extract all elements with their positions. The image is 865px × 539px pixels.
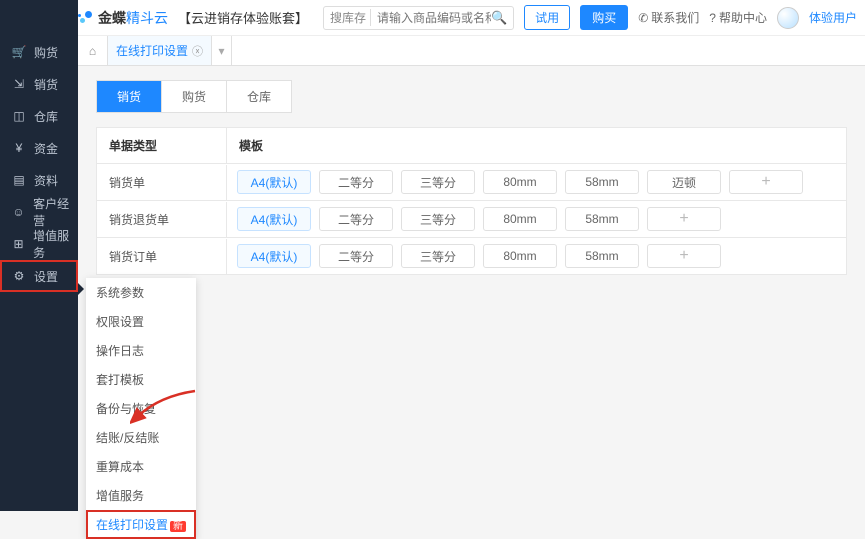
tab-home[interactable]: ⌂ [78,36,108,65]
row-options: A4(默认) 二等分三等分 80mm 58mm 迈顿 + [227,164,846,200]
sidebar-item-vas[interactable]: ⊞增值服务 [0,228,78,260]
col-header-type: 单据类型 [97,128,227,163]
sidebar-item-crm[interactable]: ☺客户经营 [0,196,78,228]
logo-icon [78,10,94,26]
user-name[interactable]: 体验用户 [809,9,857,26]
sidebar-item-purchase[interactable]: 🛒购货 [0,36,78,68]
template-option[interactable]: A4(默认) [237,244,311,268]
doc-icon: ▤ [12,173,26,187]
section-tab-warehouse[interactable]: 仓库 [227,81,291,112]
row-type: 销货退货单 [97,202,227,237]
sale-icon: ⇲ [12,77,26,91]
submenu-perm[interactable]: 权限设置 [86,307,196,336]
buy-button[interactable]: 购买 [580,5,628,30]
template-option[interactable]: 二等分 [319,244,393,268]
row-type: 销货订单 [97,239,227,274]
sidebar-item-sale[interactable]: ⇲销货 [0,68,78,100]
template-option[interactable]: 80mm [483,170,557,194]
submenu-printtpl[interactable]: 套打模板 [86,365,196,394]
old-templates-link[interactable]: 查看旧版模板 → [96,287,847,304]
help-icon: ? [709,11,716,25]
add-template-button[interactable]: + [647,244,721,268]
help-link[interactable]: ?帮助中心 [709,9,767,26]
submenu-sysparam[interactable]: 系统参数 [86,278,196,307]
section-tabs: 销货 购货 仓库 [96,80,292,113]
phone-icon: ✆ [638,11,648,25]
table-row: 销货退货单 A4(默认) 二等分三等分 80mm 58mm + [97,201,846,238]
close-icon[interactable]: ⓧ [192,43,203,59]
warehouse-icon: ◫ [12,109,26,123]
template-option[interactable]: 三等分 [401,244,475,268]
avatar[interactable] [777,7,799,29]
trial-button[interactable]: 试用 [524,5,570,30]
cart-icon: 🛒 [12,45,26,59]
sidebar-item-warehouse[interactable]: ◫仓库 [0,100,78,132]
col-header-template: 模板 [227,128,846,163]
sidebar: 🛒购货 ⇲销货 ◫仓库 ¥资金 ▤资料 ☺客户经营 ⊞增值服务 ⚙设置 [0,0,78,511]
table-row: 销货订单 A4(默认) 二等分三等分 80mm 58mm + [97,238,846,274]
submenu-vas[interactable]: 增值服务 [86,481,196,510]
submenu-log[interactable]: 操作日志 [86,336,196,365]
template-option[interactable]: A4(默认) [237,207,311,231]
app-header: 金蝶精斗云 【云进销存体验账套】 搜库存 🔍 试用 购买 ✆联系我们 ?帮助中心… [0,0,865,36]
template-option[interactable]: 58mm [565,170,639,194]
section-tab-sale[interactable]: 销货 [97,81,162,112]
template-option-extra[interactable]: 迈顿 [647,170,721,194]
contact-link[interactable]: ✆联系我们 [638,9,699,26]
template-option[interactable]: 三等分 [401,207,475,231]
submenu-backup[interactable]: 备份与恢复 [86,394,196,423]
add-template-button[interactable]: + [647,207,721,231]
row-options: A4(默认) 二等分三等分 80mm 58mm + [227,238,846,274]
template-option[interactable]: 58mm [565,244,639,268]
row-options: A4(默认) 二等分三等分 80mm 58mm + [227,201,846,237]
template-option[interactable]: A4(默认) [237,170,311,194]
template-table: 单据类型 模板 销货单A4(默认)二等分三等分80mm58mm迈顿+销货退货单A… [96,127,847,275]
search-input[interactable] [371,11,491,25]
submenu-recalc[interactable]: 重算成本 [86,452,196,481]
crm-icon: ☺ [12,205,25,219]
sidebar-pointer [78,283,84,295]
template-option[interactable]: 三等分 [401,170,475,194]
template-option[interactable]: 二等分 [319,170,393,194]
search-label: 搜库存 [330,9,371,26]
row-type: 销货单 [97,165,227,200]
submenu-onlineprint[interactable]: 在线打印设置新 [86,510,196,539]
sidebar-item-fund[interactable]: ¥资金 [0,132,78,164]
vas-icon: ⊞ [12,237,25,251]
logo-text: 金蝶精斗云 [98,8,168,28]
submenu-close[interactable]: 结账/反结账 [86,423,196,452]
gear-icon: ⚙ [12,269,26,283]
new-badge: 新 [170,521,186,532]
money-icon: ¥ [12,141,26,155]
search-icon[interactable]: 🔍 [491,10,507,26]
tab-onlineprint[interactable]: 在线打印设置ⓧ [108,36,212,65]
tab-dropdown[interactable]: ▾ [212,36,232,65]
section-tab-purchase[interactable]: 购货 [162,81,227,112]
search-box[interactable]: 搜库存 🔍 [323,6,514,30]
settings-submenu: 系统参数 权限设置 操作日志 套打模板 备份与恢复 结账/反结账 重算成本 增值… [86,278,196,539]
template-option[interactable]: 80mm [483,244,557,268]
sidebar-item-data[interactable]: ▤资料 [0,164,78,196]
tab-bar: ⌂ 在线打印设置ⓧ ▾ [0,36,865,66]
template-option[interactable]: 二等分 [319,207,393,231]
account-name: 【云进销存体验账套】 [178,8,308,27]
template-option[interactable]: 80mm [483,207,557,231]
main-content: 销货 购货 仓库 单据类型 模板 销货单A4(默认)二等分三等分80mm58mm… [78,66,865,318]
add-template-button[interactable]: + [729,170,803,194]
template-option[interactable]: 58mm [565,207,639,231]
sidebar-item-settings[interactable]: ⚙设置 [0,260,78,292]
table-row: 销货单 A4(默认) 二等分三等分 80mm 58mm 迈顿 + [97,164,846,201]
